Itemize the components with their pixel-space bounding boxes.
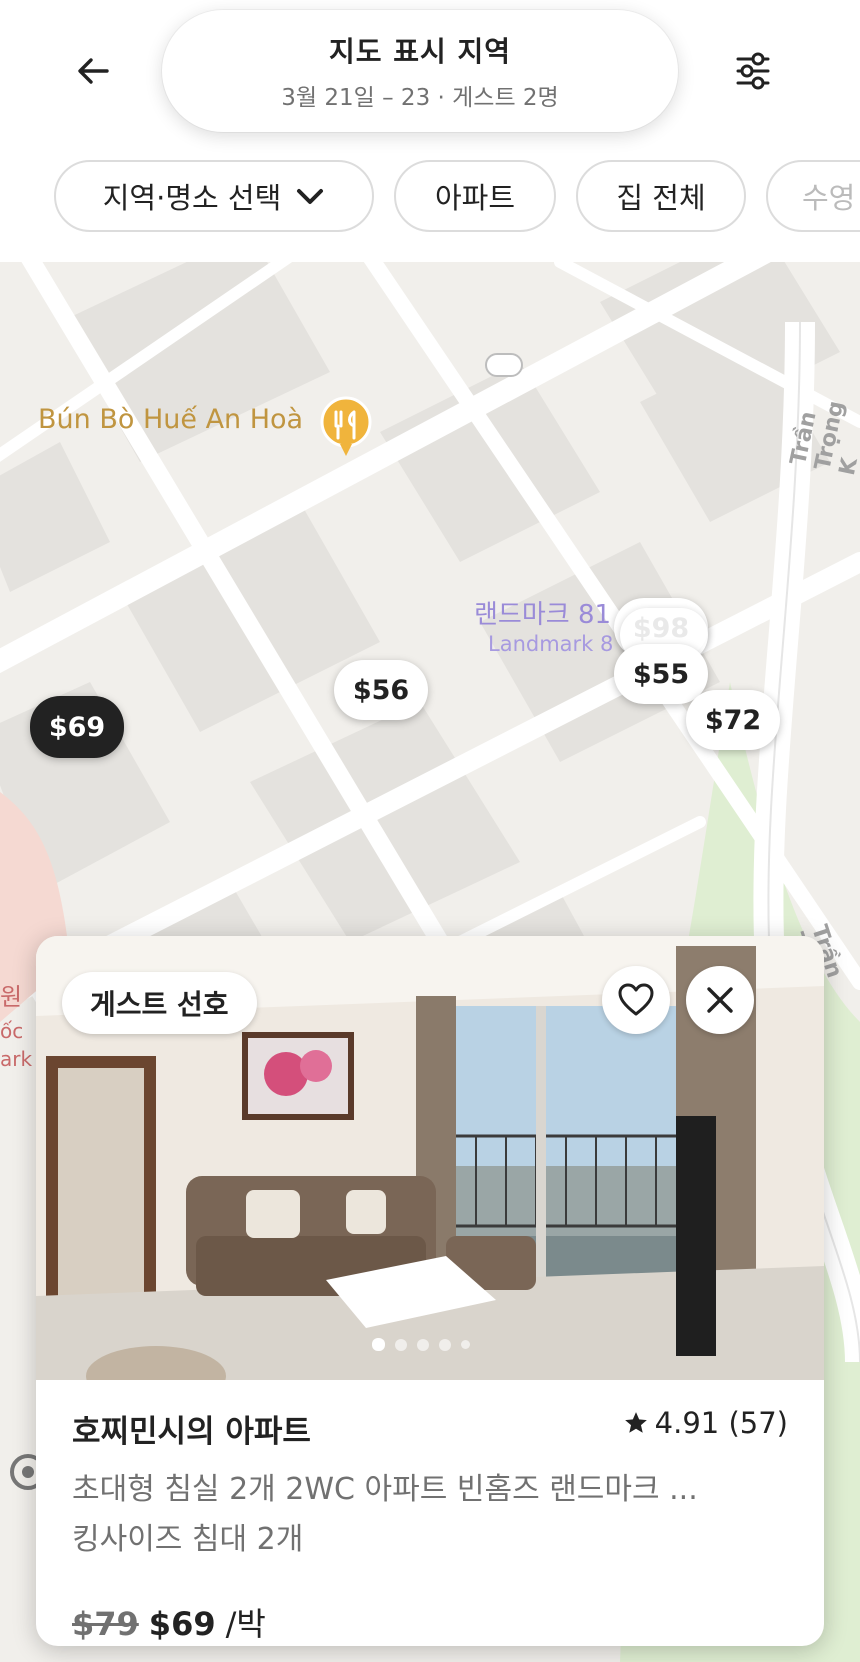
price-pin[interactable]: $72 — [686, 690, 780, 750]
wishlist-button[interactable] — [602, 966, 670, 1034]
price-pin[interactable]: $55 — [614, 644, 708, 704]
poi-restaurant-label[interactable]: Bún Bò Huế An Hoà — [38, 404, 303, 435]
guest-favorite-badge: 게스트 선호 — [62, 972, 257, 1034]
price-pin-selected[interactable]: $69 — [30, 696, 124, 758]
pagination-dot — [395, 1338, 407, 1351]
pagination-dot — [417, 1338, 429, 1351]
chip-apartment[interactable]: 아파트 — [394, 160, 556, 232]
search-dates-guests: 3월 21일 – 23 · 게스트 2명 — [281, 85, 559, 111]
back-button[interactable] — [70, 48, 116, 94]
edge-label: ark — [0, 1047, 33, 1071]
sliders-icon — [736, 52, 770, 90]
heart-icon — [618, 983, 654, 1016]
landmark-label-en: Landmark 8 — [488, 632, 614, 656]
listing-card[interactable]: 게스트 선호 호찌민시의 아파트 4.91 (57) 초대형 침실 2개 2WC… — [36, 936, 824, 1646]
edge-label: 원 — [0, 983, 23, 1011]
close-icon — [707, 987, 733, 1013]
chip-label: 지역·명소 선택 — [102, 181, 282, 215]
original-price: $79 — [72, 1605, 139, 1643]
filter-chips: 지역·명소 선택 아파트 집 전체 수영 — [54, 160, 860, 236]
top-bar: 지도 표시 지역 3월 21일 – 23 · 게스트 2명 지역·명소 선택 아… — [0, 0, 860, 262]
price-unit: /박 — [225, 1605, 266, 1643]
search-summary[interactable]: 지도 표시 지역 3월 21일 – 23 · 게스트 2명 — [162, 10, 678, 132]
photo-pagination — [372, 1338, 470, 1351]
chip-entire-home[interactable]: 집 전체 — [576, 160, 746, 232]
search-title: 지도 표시 지역 — [328, 35, 512, 68]
discounted-price: $69 — [148, 1605, 216, 1643]
chevron-down-icon — [297, 189, 324, 204]
price-pin[interactable]: $56 — [334, 660, 428, 720]
listing-info: 호찌민시의 아파트 4.91 (57) 초대형 침실 2개 2WC 아파트 빈홈… — [72, 1406, 788, 1645]
landmark-label-ko[interactable]: 랜드마크 81 — [474, 594, 611, 631]
listing-summary: 초대형 침실 2개 2WC 아파트 빈홈즈 랜드마크 ... — [72, 1472, 698, 1507]
pagination-dot — [461, 1340, 470, 1349]
close-button[interactable] — [686, 966, 754, 1034]
listing-description: 초대형 침실 2개 2WC 아파트 빈홈즈 랜드마크 ... 킹사이즈 침대 2… — [72, 1465, 788, 1565]
pagination-dot — [372, 1338, 385, 1351]
chip-label: 아파트 — [434, 181, 516, 215]
filter-button[interactable] — [728, 46, 778, 96]
price-row: $79 $69 /박 — [72, 1599, 788, 1645]
listing-rating: 4.91 (57) — [623, 1406, 788, 1440]
arrow-left-icon — [78, 58, 109, 84]
chip-region-select[interactable]: 지역·명소 선택 — [54, 160, 374, 232]
pagination-dot — [439, 1338, 451, 1351]
rating-value: 4.91 (57) — [654, 1406, 788, 1440]
chip-label: 집 전체 — [616, 181, 706, 215]
listing-beds: 킹사이즈 침대 2개 — [72, 1522, 304, 1557]
star-icon — [624, 1412, 647, 1433]
edge-label: ốc — [0, 1019, 24, 1043]
chip-pool[interactable]: 수영 — [766, 160, 860, 232]
chip-label: 수영 — [802, 181, 856, 215]
